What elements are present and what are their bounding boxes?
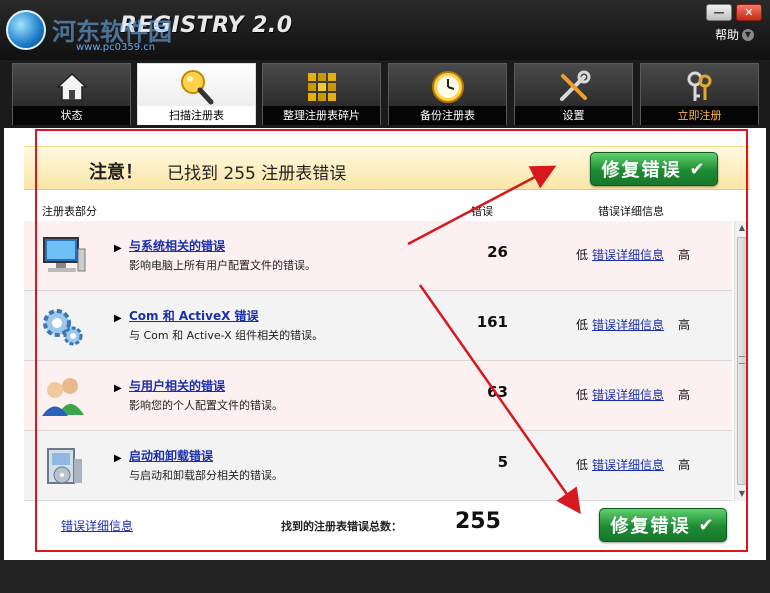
scroll-up-arrow-icon[interactable]: ▲ (735, 221, 749, 235)
expand-arrow-icon[interactable]: ▶ (114, 313, 122, 324)
tab-label: 整理注册表碎片 (263, 106, 380, 125)
watermark-url: www.pc0359.cn (76, 42, 156, 53)
tools-icon (559, 70, 590, 101)
tab-defrag-registry[interactable]: 整理注册表碎片 (262, 63, 381, 125)
row-title-link[interactable]: 与系统相关的错误 (129, 237, 225, 254)
summary-footer: 错误详细信息 找到的注册表错误总数： 255 修复错误 ✔ (24, 504, 750, 548)
expand-arrow-icon[interactable]: ▶ (114, 243, 122, 254)
tab-label: 扫描注册表 (138, 106, 255, 125)
fix-button-label: 修复错误 (601, 160, 682, 181)
fix-button-label: 修复错误 (610, 516, 691, 537)
row-high-label: 高 (678, 458, 691, 472)
row-description: 影响电脑上所有用户配置文件的错误。 (129, 259, 316, 272)
row-low-label: 低 (576, 248, 589, 262)
row-title-link[interactable]: Com 和 ActiveX 错误 (129, 307, 259, 324)
magnifier-icon (180, 70, 213, 105)
expand-arrow-icon[interactable]: ▶ (114, 453, 122, 464)
help-label: 帮助 (714, 28, 739, 42)
tab-settings[interactable]: 设置 (514, 63, 633, 125)
total-errors-count: 255 (455, 509, 501, 534)
row-detail-link[interactable]: 错误详细信息 (592, 386, 664, 403)
scroll-thumb[interactable] (737, 237, 747, 485)
list-item: ▶ Com 和 ActiveX 错误 与 Com 和 Active-X 组件相关… (24, 291, 732, 361)
row-high-label: 高 (678, 318, 691, 332)
row-error-count: 161 (476, 313, 508, 331)
blocks-icon (307, 73, 336, 101)
error-category-list: ▶ 与系统相关的错误 影响电脑上所有用户配置文件的错误。 26 低 错误详细信息… (24, 221, 732, 501)
row-low-label: 低 (576, 388, 589, 402)
tab-status[interactable]: 状态 (12, 63, 131, 125)
row-high-label: 高 (678, 248, 691, 262)
keys-icon (687, 71, 711, 101)
fix-errors-button-top[interactable]: 修复错误 ✔ (590, 152, 718, 186)
row-description: 与启动和卸载部分相关的错误。 (129, 469, 283, 482)
header-section: 注册表部分 (42, 205, 97, 218)
row-error-count: 63 (487, 383, 508, 401)
help-menu[interactable]: 帮助 ▼ (715, 26, 754, 43)
computer-icon (43, 237, 86, 272)
notice-banner: 注意！ 已找到 255 注册表错误 修复错误 ✔ (24, 146, 750, 190)
notice-text: 已找到 255 注册表错误 (167, 164, 347, 184)
list-item: ▶ 与系统相关的错误 影响电脑上所有用户配置文件的错误。 26 低 错误详细信息… (24, 221, 732, 291)
row-detail-link[interactable]: 错误详细信息 (592, 316, 664, 333)
status-bar (0, 560, 770, 593)
row-low-label: 低 (576, 318, 589, 332)
row-error-count: 5 (497, 453, 508, 471)
scroll-down-arrow-icon[interactable]: ▼ (735, 487, 749, 501)
row-detail-link[interactable]: 错误详细信息 (592, 246, 664, 263)
tab-label: 设置 (515, 106, 632, 125)
list-item: ▶ 启动和卸载错误 与启动和卸载部分相关的错误。 5 低 错误详细信息 高 (24, 431, 732, 501)
tab-label: 立即注册 (641, 106, 758, 125)
tab-label: 备份注册表 (389, 106, 506, 125)
list-header: 注册表部分 错误 错误详细信息 (24, 199, 750, 221)
checkmark-icon: ✔ (698, 514, 716, 536)
tab-label: 状态 (13, 106, 130, 125)
footer-detail-link[interactable]: 错误详细信息 (61, 517, 133, 534)
house-icon (55, 72, 88, 101)
row-description: 影响您的个人配置文件的错误。 (129, 399, 283, 412)
total-errors-label: 找到的注册表错误总数： (281, 520, 402, 533)
title-bar: REGISTRY 2.0 河东软件园 www.pc0359.cn — ✕ 帮助 … (0, 0, 770, 60)
close-button[interactable]: ✕ (736, 4, 762, 21)
checkmark-icon: ✔ (689, 158, 707, 180)
chevron-down-icon: ▼ (742, 28, 754, 41)
list-item: ▶ 与用户相关的错误 影响您的个人配置文件的错误。 63 低 错误详细信息 高 (24, 361, 732, 431)
fix-errors-button-bottom[interactable]: 修复错误 ✔ (599, 508, 727, 542)
users-icon (42, 378, 84, 416)
list-scrollbar[interactable]: ▲ ▼ (734, 221, 748, 501)
minimize-button[interactable]: — (706, 4, 732, 21)
expand-arrow-icon[interactable]: ▶ (114, 383, 122, 394)
main-tab-bar: 状态 扫描注册表 整理注册表碎片 备份注册表 设置 立即注册 (0, 60, 770, 128)
row-low-label: 低 (576, 458, 589, 472)
row-error-count: 26 (487, 243, 508, 261)
gears-icon (43, 309, 83, 346)
row-detail-link[interactable]: 错误详细信息 (592, 456, 664, 473)
grip-icon (739, 356, 745, 364)
header-errors: 错误 (471, 205, 493, 218)
installer-icon (47, 448, 82, 484)
tab-scan-registry[interactable]: 扫描注册表 (137, 63, 256, 125)
row-description: 与 Com 和 Active-X 组件相关的错误。 (129, 329, 324, 342)
app-logo-icon (6, 10, 46, 50)
row-title-link[interactable]: 启动和卸载错误 (129, 447, 213, 464)
clock-icon (431, 71, 464, 103)
tab-backup-registry[interactable]: 备份注册表 (388, 63, 507, 125)
tab-register-now[interactable]: 立即注册 (640, 63, 759, 125)
scan-results-panel: 注意！ 已找到 255 注册表错误 修复错误 ✔ 注册表部分 错误 错误详细信息… (4, 128, 766, 560)
header-detail: 错误详细信息 (598, 205, 664, 218)
row-title-link[interactable]: 与用户相关的错误 (129, 377, 225, 394)
row-high-label: 高 (678, 388, 691, 402)
notice-label: 注意！ (89, 162, 143, 183)
